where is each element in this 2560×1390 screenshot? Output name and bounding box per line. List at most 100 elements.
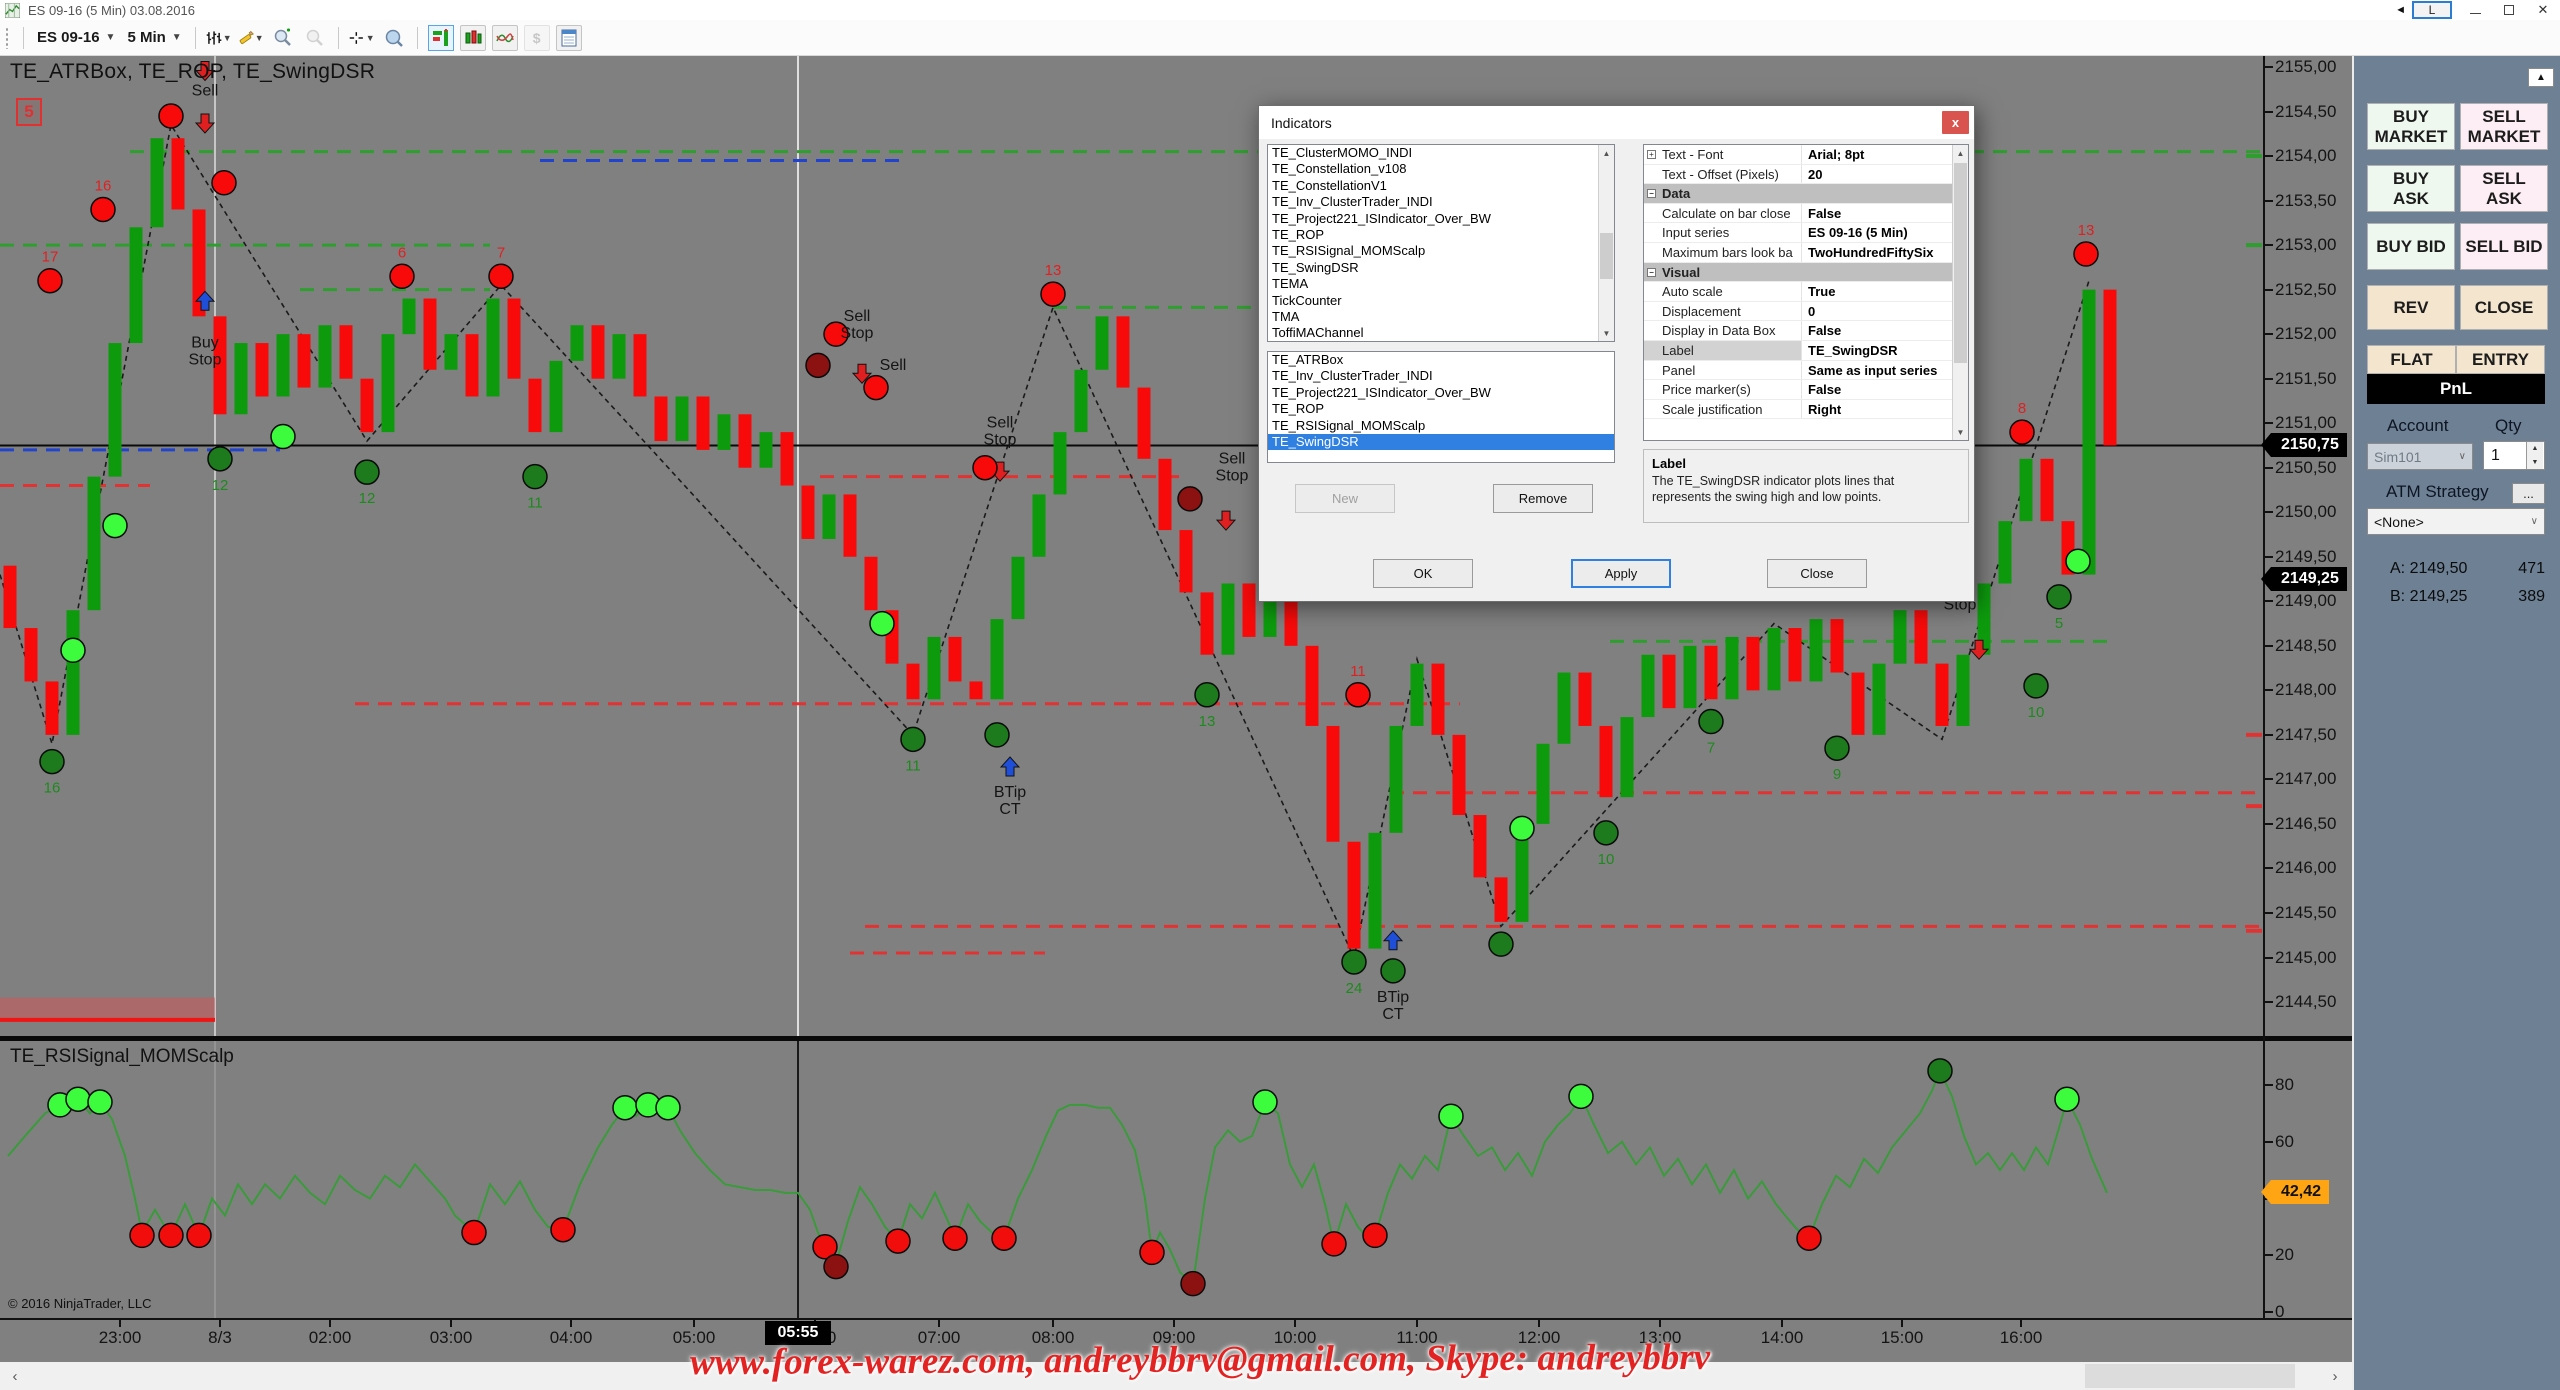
toolbar-grip[interactable]: [5, 27, 10, 49]
sell-bid-button[interactable]: SELL BID: [2460, 223, 2548, 270]
instrument-dropdown[interactable]: ES 09-16 ▼: [31, 26, 121, 49]
collapse-panel-button[interactable]: ▲: [2528, 68, 2554, 87]
price-axis[interactable]: 2155,002154,502154,002153,502153,002152,…: [2265, 56, 2352, 1318]
property-category-row[interactable]: −Visual: [1644, 263, 1968, 283]
properties-grid[interactable]: +Text - Font Arial; 8ptText - Offset (Pi…: [1643, 144, 1969, 441]
swing-high-count: 11: [1350, 663, 1366, 680]
price-tick-label: 2152,50: [2275, 280, 2336, 300]
atm-strategy-select[interactable]: <None> ∨: [2367, 508, 2545, 535]
scroll-up-icon[interactable]: ▲: [1953, 145, 1968, 161]
grid-scrollbar[interactable]: ▲ ▼: [1952, 145, 1968, 440]
available-indicator-item[interactable]: TE_SwingDSR: [1268, 260, 1614, 276]
applied-indicators-list[interactable]: TE_ATRBoxTE_Inv_ClusterTrader_INDITE_Pro…: [1267, 351, 1615, 463]
available-indicator-item[interactable]: TickCounter: [1268, 293, 1614, 309]
applied-indicator-item[interactable]: TE_ATRBox: [1268, 352, 1614, 368]
unlink-arrow-icon[interactable]: ◄: [2395, 4, 2406, 16]
quantity-stepper[interactable]: 1 ▲ ▼: [2483, 441, 2545, 470]
quantity-spin-buttons[interactable]: ▲ ▼: [2526, 442, 2543, 469]
dialog-close-button[interactable]: x: [1942, 111, 1969, 134]
available-indicators-list[interactable]: TE_ClusterMOMO_INDITE_Constellation_v108…: [1267, 144, 1615, 342]
sell-ask-button[interactable]: SELL ASK: [2460, 165, 2548, 212]
crosshair-icon[interactable]: ▼: [349, 25, 375, 51]
remove-button[interactable]: Remove: [1493, 484, 1593, 513]
entry-button[interactable]: ENTRY: [2456, 345, 2545, 374]
property-row[interactable]: Auto scale True: [1644, 282, 1968, 302]
close-button[interactable]: ✕: [2526, 0, 2560, 20]
scroll-left-icon[interactable]: ‹: [2, 1362, 28, 1390]
indicators-icon[interactable]: [492, 25, 518, 51]
available-indicator-item[interactable]: ToffiMAChannel: [1268, 325, 1614, 341]
available-indicator-item[interactable]: TEMA: [1268, 276, 1614, 292]
property-row[interactable]: +Text - Font Arial; 8pt: [1644, 145, 1968, 165]
property-row[interactable]: Price marker(s) False: [1644, 380, 1968, 400]
price-bar: [1453, 735, 1466, 815]
close-dialog-button[interactable]: Close: [1767, 559, 1867, 588]
interval-dropdown[interactable]: 5 Min ▼: [121, 26, 187, 49]
applied-indicator-item[interactable]: TE_Inv_ClusterTrader_INDI: [1268, 368, 1614, 384]
maximize-button[interactable]: [2492, 0, 2526, 20]
spin-down-icon[interactable]: ▼: [2527, 456, 2543, 470]
close-position-button[interactable]: CLOSE: [2460, 285, 2548, 330]
swing-low-marker: [985, 723, 1009, 747]
property-row[interactable]: Input series ES 09-16 (5 Min): [1644, 223, 1968, 243]
rsi-low-marker: [187, 1223, 211, 1247]
scrollbar-thumb[interactable]: [1954, 163, 1967, 363]
scroll-right-icon[interactable]: ›: [2322, 1362, 2348, 1390]
spin-up-icon[interactable]: ▲: [2527, 442, 2543, 456]
dollar-icon[interactable]: $: [524, 25, 550, 51]
buy-bid-button[interactable]: BUY BID: [2367, 223, 2455, 270]
ok-button[interactable]: OK: [1373, 559, 1473, 588]
available-indicator-item[interactable]: TE_ConstellationV1: [1268, 178, 1614, 194]
dialog-title-bar[interactable]: Indicators: [1259, 106, 1974, 139]
scroll-down-icon[interactable]: ▼: [1953, 424, 1968, 440]
sell-market-button[interactable]: SELL MARKET: [2460, 103, 2548, 150]
property-category-row[interactable]: −Data: [1644, 184, 1968, 204]
account-select[interactable]: Sim101 ∨: [2367, 443, 2473, 470]
available-indicator-item[interactable]: TE_Inv_ClusterTrader_INDI: [1268, 194, 1614, 210]
applied-indicator-item[interactable]: TE_ROP: [1268, 401, 1614, 417]
available-indicator-item[interactable]: TE_ClusterMOMO_INDI: [1268, 145, 1614, 161]
atm-more-button[interactable]: ...: [2512, 483, 2545, 504]
price-tick: [2265, 867, 2273, 869]
available-indicator-item[interactable]: TE_Constellation_v108: [1268, 161, 1614, 177]
buy-ask-button[interactable]: BUY ASK: [2367, 165, 2455, 212]
scrollbar-thumb[interactable]: [2085, 1364, 2295, 1388]
properties-icon[interactable]: [556, 25, 582, 51]
price-bar: [1117, 316, 1130, 387]
data-series-icon[interactable]: [460, 25, 486, 51]
buy-market-button[interactable]: BUY MARKET: [2367, 103, 2455, 150]
applied-indicator-item[interactable]: TE_RSISignal_MOMScalp: [1268, 418, 1614, 434]
applied-indicator-item[interactable]: TE_SwingDSR: [1268, 434, 1614, 450]
minimize-button[interactable]: [2458, 0, 2492, 20]
price-bar: [466, 334, 479, 396]
property-row[interactable]: Text - Offset (Pixels) 20: [1644, 165, 1968, 185]
scroll-down-icon[interactable]: ▼: [1599, 325, 1614, 341]
scroll-up-icon[interactable]: ▲: [1599, 145, 1614, 161]
property-row[interactable]: Maximum bars look ba TwoHundredFiftySix: [1644, 243, 1968, 263]
property-row[interactable]: Calculate on bar close False: [1644, 204, 1968, 224]
drawing-tools-icon[interactable]: ▼: [238, 25, 264, 51]
apply-button[interactable]: Apply: [1571, 559, 1671, 588]
zoom-out-icon[interactable]: [302, 25, 328, 51]
available-list-scrollbar[interactable]: ▲ ▼: [1598, 145, 1614, 341]
scrollbar-thumb[interactable]: [1600, 233, 1613, 279]
available-indicator-item[interactable]: TMA: [1268, 309, 1614, 325]
available-indicator-item[interactable]: TE_ROP: [1268, 227, 1614, 243]
new-button[interactable]: New: [1295, 484, 1395, 513]
property-row[interactable]: Panel Same as input series: [1644, 361, 1968, 381]
applied-indicator-item[interactable]: TE_Project221_ISIndicator_Over_BW: [1268, 385, 1614, 401]
zoom-in-icon[interactable]: [270, 25, 296, 51]
available-indicator-item[interactable]: TE_Project221_ISIndicator_Over_BW: [1268, 211, 1614, 227]
flat-button[interactable]: FLAT: [2367, 345, 2456, 374]
chart-area[interactable]: 1716671311813161212111113241079105SellBu…: [0, 56, 2352, 1390]
data-box-icon[interactable]: [381, 25, 407, 51]
instrument-link-button[interactable]: L: [2412, 1, 2452, 19]
property-row[interactable]: Display in Data Box False: [1644, 321, 1968, 341]
chart-trader-icon[interactable]: [428, 25, 454, 51]
property-row[interactable]: Scale justification Right: [1644, 400, 1968, 420]
property-row[interactable]: Label TE_SwingDSR: [1644, 341, 1968, 361]
reverse-button[interactable]: REV: [2367, 285, 2455, 330]
available-indicator-item[interactable]: TE_RSISignal_MOMScalp: [1268, 243, 1614, 259]
chart-style-icon[interactable]: ▼: [206, 25, 232, 51]
property-row[interactable]: Displacement 0: [1644, 302, 1968, 322]
